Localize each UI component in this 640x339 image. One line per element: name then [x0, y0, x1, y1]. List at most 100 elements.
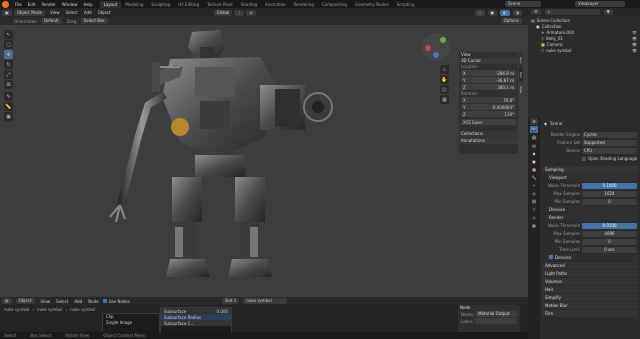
options-dropdown[interactable]: Options [500, 18, 522, 24]
light-paths-section[interactable]: Light Paths [542, 270, 638, 277]
view-layer-field[interactable]: ViewLayer [575, 1, 625, 7]
tab-shading[interactable]: Shading [237, 1, 261, 8]
denoise-checkbox[interactable] [549, 255, 553, 259]
scene-field[interactable]: Scene [505, 1, 541, 7]
x-axis-icon[interactable] [425, 45, 431, 51]
cursor-rotation-x[interactable]: X 79.8° [461, 97, 516, 103]
cursor-tool-icon[interactable]: ↖ [4, 30, 13, 39]
modifier-tab-icon[interactable]: 🔧 [530, 174, 538, 181]
view-layer-selector[interactable]: ViewLayer [575, 1, 627, 7]
r-denoise-subsection[interactable]: Denoise [546, 254, 638, 261]
cursor-rotation-z[interactable]: Z 119° [461, 111, 516, 117]
constraints-tab-icon[interactable]: ⛓ [530, 198, 538, 205]
menu-add[interactable]: Add [81, 10, 95, 15]
vp-noise-threshold-field[interactable]: 0.1000 [582, 182, 637, 189]
render-engine-dropdown[interactable]: Cycles [582, 131, 637, 138]
navigation-gizmo[interactable] [422, 33, 450, 61]
editor-type-button[interactable]: ▣ [2, 9, 12, 16]
orientation-dropdown[interactable]: Default [40, 18, 62, 24]
pan-icon[interactable]: ✋ [440, 75, 449, 84]
filter-icon[interactable]: ▼ [603, 9, 613, 15]
solid-shading-icon[interactable]: ● [487, 9, 497, 16]
add-cube-tool-icon[interactable]: ▣ [4, 112, 13, 121]
outliner-editor-type-icon[interactable]: ☰ [531, 9, 541, 15]
particles-tab-icon[interactable]: ✧ [530, 182, 538, 189]
physics-tab-icon[interactable]: ◎ [530, 190, 538, 197]
sampling-section[interactable]: Sampling [542, 166, 638, 173]
object-tab-icon[interactable]: ■ [530, 166, 538, 173]
node-menu-node[interactable]: Node [86, 299, 100, 304]
mode-dropdown[interactable]: Object Mode [13, 9, 45, 16]
menu-render[interactable]: Render [38, 2, 58, 7]
viewport-subsection[interactable]: Viewport [546, 174, 638, 181]
zoom-icon[interactable]: ⌕ [440, 65, 449, 74]
view-layer-tab-icon[interactable]: ▤ [530, 142, 538, 149]
menu-view[interactable]: View [47, 10, 63, 15]
material-shading-icon[interactable]: ◐ [500, 9, 510, 16]
r-max-samples-field[interactable]: 4096 [582, 230, 637, 237]
tab-compositing[interactable]: Compositing [318, 1, 351, 8]
cursor-location-x[interactable]: X -286.8 m [461, 70, 516, 76]
rendered-shading-icon[interactable]: ◑ [512, 9, 522, 16]
output-tab-icon[interactable]: 🖨 [530, 134, 538, 141]
menu-file[interactable]: File [12, 2, 25, 7]
scale-tool-icon[interactable]: ⤢ [4, 70, 13, 79]
film-section[interactable]: Film [542, 310, 638, 317]
vp-max-samples-field[interactable]: 1024 [582, 190, 637, 197]
rotation-mode-dropdown[interactable]: XYZ Euler [461, 119, 516, 125]
shader-editor-type-icon[interactable]: ◍ [2, 298, 12, 304]
tab-sculpting[interactable]: Sculpting [147, 1, 174, 8]
tab-geometry-nodes[interactable]: Geometry Nodes [351, 1, 393, 8]
r-min-samples-field[interactable]: 0 [582, 238, 637, 245]
slot-dropdown[interactable]: Slot 1 [221, 298, 240, 304]
node-name-field[interactable]: Material Output [476, 311, 517, 317]
outliner-row-nuke-symbol[interactable]: ▽ nuke symbol 👁 [531, 48, 637, 54]
advanced-section[interactable]: Advanced [542, 262, 638, 269]
feature-set-dropdown[interactable]: Supported [582, 139, 637, 146]
select-box-tool-icon[interactable]: ▢ [4, 40, 13, 49]
simplify-section[interactable]: Simplify [542, 294, 638, 301]
eye-icon[interactable]: 👁 [632, 48, 637, 54]
dropdown-item-subsurface-color[interactable]: Subsurface C... [161, 320, 231, 326]
move-tool-icon[interactable]: ✥ [4, 50, 13, 59]
annotate-tool-icon[interactable]: ✎ [4, 92, 13, 101]
render-tab-icon[interactable]: 📷 [530, 126, 538, 133]
annotations-section[interactable]: Annotations [459, 138, 518, 144]
measure-tool-icon[interactable]: 📏 [4, 102, 13, 111]
material-tab-icon[interactable]: ◍ [530, 214, 538, 221]
data-tab-icon[interactable]: ▽ [530, 206, 538, 213]
cursor-location-z[interactable]: Z 380.1 m [461, 84, 516, 90]
osl-checkbox[interactable] [582, 156, 586, 161]
render-subsection[interactable]: Render [546, 214, 638, 221]
tab-animation[interactable]: Animation [261, 1, 289, 8]
hair-section[interactable]: Hair [542, 286, 638, 293]
node-menu-select[interactable]: Select [54, 299, 70, 304]
wireframe-shading-icon[interactable]: ○ [475, 9, 485, 16]
tab-modeling[interactable]: Modeling [121, 1, 147, 8]
y-axis-icon[interactable] [440, 37, 446, 43]
tab-uv-editing[interactable]: UV Editing [174, 1, 203, 8]
menu-object[interactable]: Object [95, 10, 114, 15]
node-label-field[interactable] [475, 318, 517, 324]
vp-denoise-subsection[interactable]: Denoise [546, 206, 638, 213]
tab-rendering[interactable]: Rendering [289, 1, 317, 8]
motion-blur-section[interactable]: Motion Blur [542, 302, 638, 309]
menu-edit[interactable]: Edit [25, 2, 39, 7]
node-menu-view[interactable]: View [39, 299, 53, 304]
transform-tool-icon[interactable]: ⊞ [4, 80, 13, 89]
robot-model[interactable] [100, 27, 340, 292]
volumes-section[interactable]: Volumes [542, 278, 638, 285]
drag-dropdown[interactable]: Select Box [80, 18, 108, 24]
sidebar-tab-tool[interactable]: Tool [519, 68, 523, 82]
time-limit-field[interactable]: 0 sec [582, 246, 637, 253]
menu-select[interactable]: Select [62, 10, 80, 15]
r-noise-threshold-field[interactable]: 0.0100 [582, 222, 637, 229]
tab-layout[interactable]: Layout [99, 0, 122, 8]
menu-window[interactable]: Window [59, 2, 81, 7]
use-nodes-checkbox[interactable] [102, 299, 107, 303]
cursor-location-y[interactable]: Y -36.87 m [461, 77, 516, 83]
shader-type-dropdown[interactable]: Object [15, 298, 35, 304]
material-dropdown[interactable]: nuke symbol [243, 298, 288, 304]
tab-scripting[interactable]: Scripting [393, 1, 419, 8]
vp-min-samples-field[interactable]: 0 [582, 198, 637, 205]
